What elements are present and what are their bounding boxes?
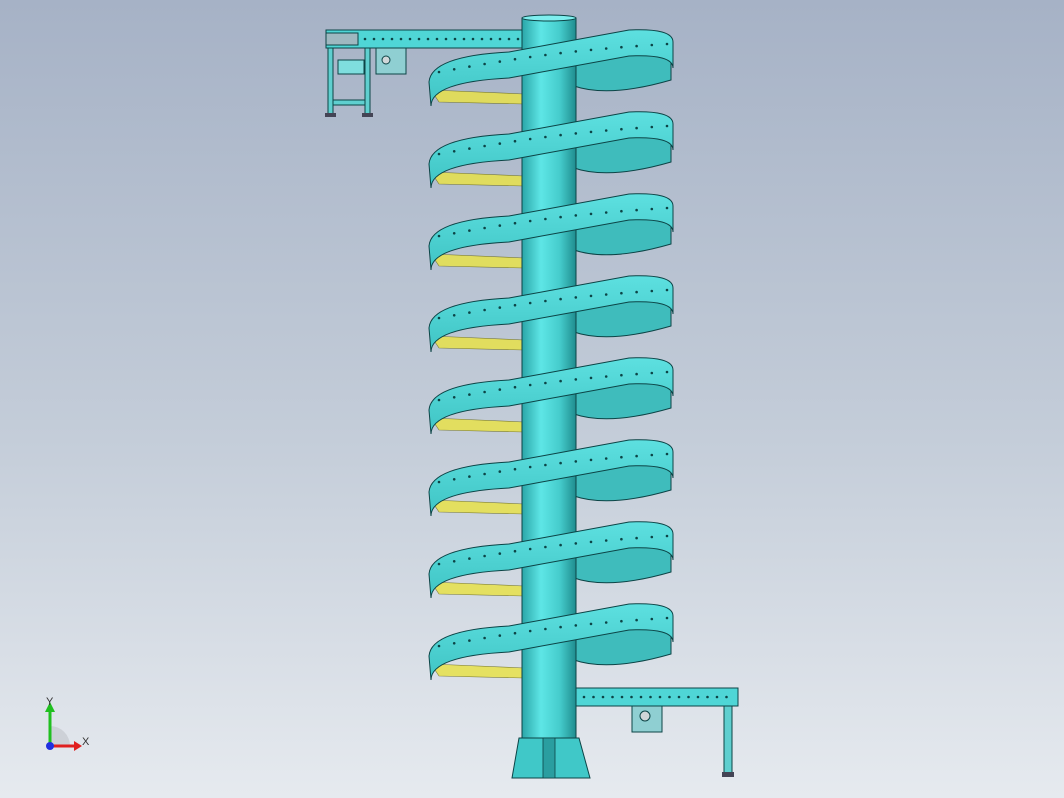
z-axis-dot <box>46 742 54 750</box>
spiral-conveyor-model[interactable] <box>0 0 1064 798</box>
x-axis-label: X <box>82 736 90 748</box>
outfeed-conveyor[interactable] <box>575 687 739 777</box>
y-axis-label: Y <box>46 696 54 708</box>
graphics-viewport[interactable]: Y X <box>0 0 1064 798</box>
coordinate-triad: Y X <box>36 696 106 760</box>
